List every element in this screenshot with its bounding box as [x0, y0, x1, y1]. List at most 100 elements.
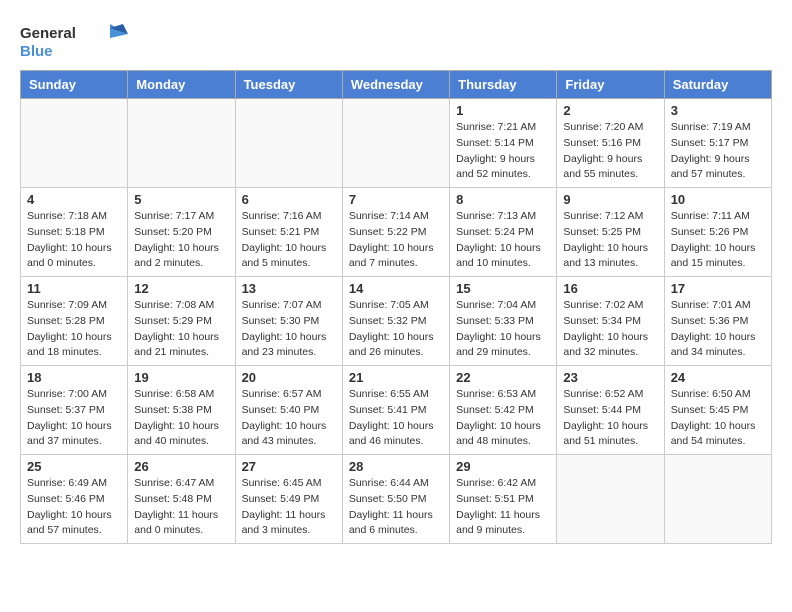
week-row-2: 4 Sunrise: 7:18 AM Sunset: 5:18 PM Daylig…	[21, 188, 772, 277]
page-container: General Blue SundayMondayTuesdayWednesda…	[0, 0, 792, 554]
day-info: Sunrise: 6:58 AM Sunset: 5:38 PM Dayligh…	[134, 387, 228, 450]
day-info: Sunrise: 7:20 AM Sunset: 5:16 PM Dayligh…	[563, 120, 657, 183]
day-number: 10	[671, 192, 765, 207]
calendar-cell: 3 Sunrise: 7:19 AM Sunset: 5:17 PM Daylig…	[664, 99, 771, 188]
calendar-cell: 4 Sunrise: 7:18 AM Sunset: 5:18 PM Daylig…	[21, 188, 128, 277]
calendar-cell: 12 Sunrise: 7:08 AM Sunset: 5:29 PM Dayli…	[128, 277, 235, 366]
day-info: Sunrise: 7:18 AM Sunset: 5:18 PM Dayligh…	[27, 209, 121, 272]
day-info: Sunrise: 7:02 AM Sunset: 5:34 PM Dayligh…	[563, 298, 657, 361]
day-number: 12	[134, 281, 228, 296]
calendar-cell: 26 Sunrise: 6:47 AM Sunset: 5:48 PM Dayli…	[128, 455, 235, 544]
day-number: 4	[27, 192, 121, 207]
day-info: Sunrise: 7:07 AM Sunset: 5:30 PM Dayligh…	[242, 298, 336, 361]
day-info: Sunrise: 7:08 AM Sunset: 5:29 PM Dayligh…	[134, 298, 228, 361]
day-number: 16	[563, 281, 657, 296]
week-row-4: 18Sunrise: 7:00 AM Sunset: 5:37 PM Dayli…	[21, 366, 772, 455]
day-info: Sunrise: 7:11 AM Sunset: 5:26 PM Dayligh…	[671, 209, 765, 272]
day-number: 9	[563, 192, 657, 207]
weekday-header-sunday: Sunday	[21, 71, 128, 99]
calendar-cell: 22 Sunrise: 6:53 AM Sunset: 5:42 PM Dayli…	[450, 366, 557, 455]
day-number: 11	[27, 281, 121, 296]
svg-text:Blue: Blue	[20, 43, 53, 60]
calendar-cell: 10 Sunrise: 7:11 AM Sunset: 5:26 PM Dayli…	[664, 188, 771, 277]
day-info: Sunrise: 7:09 AM Sunset: 5:28 PM Dayligh…	[27, 298, 121, 361]
logo: General Blue	[20, 20, 130, 62]
day-number: 27	[242, 459, 336, 474]
calendar-cell: 9 Sunrise: 7:12 AM Sunset: 5:25 PM Daylig…	[557, 188, 664, 277]
weekday-header-tuesday: Tuesday	[235, 71, 342, 99]
day-info: Sunrise: 6:50 AM Sunset: 5:45 PM Dayligh…	[671, 387, 765, 450]
calendar-cell: 29 Sunrise: 6:42 AM Sunset: 5:51 PM Dayli…	[450, 455, 557, 544]
day-number: 5	[134, 192, 228, 207]
day-number: 8	[456, 192, 550, 207]
day-number: 1	[456, 103, 550, 118]
calendar-cell	[664, 455, 771, 544]
calendar-cell: 14Sunrise: 7:05 AM Sunset: 5:32 PM Dayli…	[342, 277, 449, 366]
day-number: 26	[134, 459, 228, 474]
calendar-cell: 27 Sunrise: 6:45 AM Sunset: 5:49 PM Dayli…	[235, 455, 342, 544]
calendar-cell: 2 Sunrise: 7:20 AM Sunset: 5:16 PM Daylig…	[557, 99, 664, 188]
calendar-cell	[21, 99, 128, 188]
logo-svg: General Blue	[20, 20, 130, 62]
day-number: 3	[671, 103, 765, 118]
day-info: Sunrise: 7:12 AM Sunset: 5:25 PM Dayligh…	[563, 209, 657, 272]
calendar-cell: 28Sunrise: 6:44 AM Sunset: 5:50 PM Dayli…	[342, 455, 449, 544]
calendar-cell: 8 Sunrise: 7:13 AM Sunset: 5:24 PM Daylig…	[450, 188, 557, 277]
day-number: 28	[349, 459, 443, 474]
day-info: Sunrise: 6:53 AM Sunset: 5:42 PM Dayligh…	[456, 387, 550, 450]
calendar-cell: 7 Sunrise: 7:14 AM Sunset: 5:22 PM Daylig…	[342, 188, 449, 277]
weekday-header-thursday: Thursday	[450, 71, 557, 99]
day-info: Sunrise: 6:47 AM Sunset: 5:48 PM Dayligh…	[134, 476, 228, 539]
calendar-cell: 15Sunrise: 7:04 AM Sunset: 5:33 PM Dayli…	[450, 277, 557, 366]
day-info: Sunrise: 6:42 AM Sunset: 5:51 PM Dayligh…	[456, 476, 550, 539]
calendar-cell: 13 Sunrise: 7:07 AM Sunset: 5:30 PM Dayli…	[235, 277, 342, 366]
calendar-cell: 11 Sunrise: 7:09 AM Sunset: 5:28 PM Dayli…	[21, 277, 128, 366]
calendar-cell: 16 Sunrise: 7:02 AM Sunset: 5:34 PM Dayli…	[557, 277, 664, 366]
calendar-cell	[128, 99, 235, 188]
calendar-cell: 19 Sunrise: 6:58 AM Sunset: 5:38 PM Dayli…	[128, 366, 235, 455]
calendar-cell: 24 Sunrise: 6:50 AM Sunset: 5:45 PM Dayli…	[664, 366, 771, 455]
day-info: Sunrise: 7:13 AM Sunset: 5:24 PM Dayligh…	[456, 209, 550, 272]
day-number: 17	[671, 281, 765, 296]
day-number: 19	[134, 370, 228, 385]
day-number: 24	[671, 370, 765, 385]
day-number: 29	[456, 459, 550, 474]
calendar-cell: 21 Sunrise: 6:55 AM Sunset: 5:41 PM Dayli…	[342, 366, 449, 455]
day-number: 23	[563, 370, 657, 385]
day-info: Sunrise: 7:17 AM Sunset: 5:20 PM Dayligh…	[134, 209, 228, 272]
weekday-header-monday: Monday	[128, 71, 235, 99]
calendar-cell: 23 Sunrise: 6:52 AM Sunset: 5:44 PM Dayli…	[557, 366, 664, 455]
day-info: Sunrise: 7:19 AM Sunset: 5:17 PM Dayligh…	[671, 120, 765, 183]
day-number: 22	[456, 370, 550, 385]
calendar-cell: 18Sunrise: 7:00 AM Sunset: 5:37 PM Dayli…	[21, 366, 128, 455]
day-info: Sunrise: 6:45 AM Sunset: 5:49 PM Dayligh…	[242, 476, 336, 539]
day-number: 6	[242, 192, 336, 207]
week-row-5: 25Sunrise: 6:49 AM Sunset: 5:46 PM Dayli…	[21, 455, 772, 544]
day-number: 21	[349, 370, 443, 385]
calendar-cell: 17 Sunrise: 7:01 AM Sunset: 5:36 PM Dayli…	[664, 277, 771, 366]
day-info: Sunrise: 7:01 AM Sunset: 5:36 PM Dayligh…	[671, 298, 765, 361]
calendar-cell: 20 Sunrise: 6:57 AM Sunset: 5:40 PM Dayli…	[235, 366, 342, 455]
day-info: Sunrise: 6:49 AM Sunset: 5:46 PM Dayligh…	[27, 476, 121, 539]
week-row-3: 11 Sunrise: 7:09 AM Sunset: 5:28 PM Dayli…	[21, 277, 772, 366]
day-info: Sunrise: 6:57 AM Sunset: 5:40 PM Dayligh…	[242, 387, 336, 450]
day-info: Sunrise: 7:16 AM Sunset: 5:21 PM Dayligh…	[242, 209, 336, 272]
day-number: 2	[563, 103, 657, 118]
day-info: Sunrise: 6:55 AM Sunset: 5:41 PM Dayligh…	[349, 387, 443, 450]
calendar-cell: 5 Sunrise: 7:17 AM Sunset: 5:20 PM Daylig…	[128, 188, 235, 277]
day-number: 7	[349, 192, 443, 207]
weekday-header-row: SundayMondayTuesdayWednesdayThursdayFrid…	[21, 71, 772, 99]
calendar-cell	[342, 99, 449, 188]
week-row-1: 1Sunrise: 7:21 AM Sunset: 5:14 PM Daylig…	[21, 99, 772, 188]
day-info: Sunrise: 7:14 AM Sunset: 5:22 PM Dayligh…	[349, 209, 443, 272]
calendar-cell: 25Sunrise: 6:49 AM Sunset: 5:46 PM Dayli…	[21, 455, 128, 544]
calendar-table: SundayMondayTuesdayWednesdayThursdayFrid…	[20, 70, 772, 544]
calendar-cell	[235, 99, 342, 188]
day-number: 15	[456, 281, 550, 296]
day-number: 20	[242, 370, 336, 385]
weekday-header-saturday: Saturday	[664, 71, 771, 99]
day-info: Sunrise: 6:52 AM Sunset: 5:44 PM Dayligh…	[563, 387, 657, 450]
weekday-header-friday: Friday	[557, 71, 664, 99]
calendar-cell	[557, 455, 664, 544]
day-number: 13	[242, 281, 336, 296]
